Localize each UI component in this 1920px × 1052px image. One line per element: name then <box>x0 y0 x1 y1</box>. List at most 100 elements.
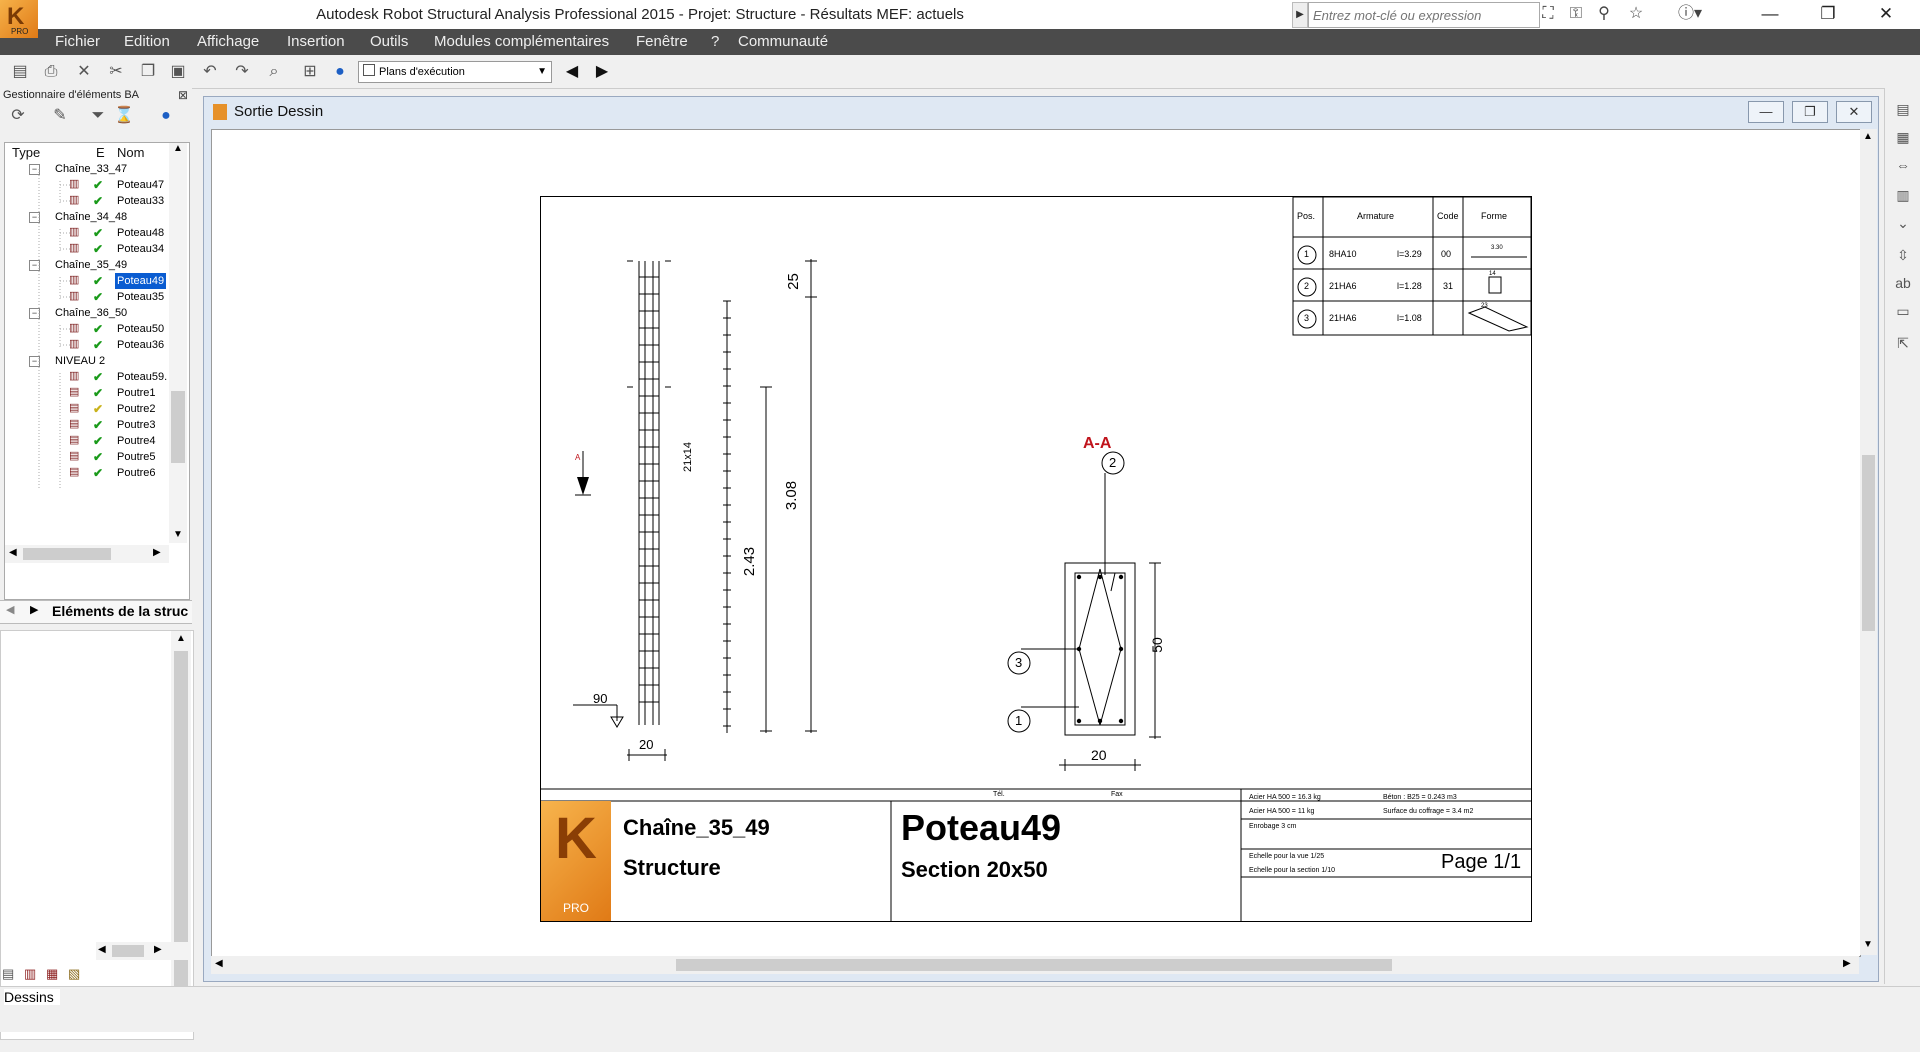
rebar-icon[interactable]: ▦ <box>46 966 58 982</box>
scroll-down-icon[interactable]: ▼ <box>173 529 183 540</box>
minimize-button[interactable]: — <box>1742 0 1798 29</box>
menu-help[interactable]: ? <box>711 33 719 50</box>
title-block-steel2: Acier HA 500 = 11 kg <box>1249 808 1315 815</box>
scroll-up-icon[interactable]: ▲ <box>173 143 183 154</box>
page-setup-icon[interactable]: ▤ <box>1891 98 1915 120</box>
delete-icon[interactable]: ✕ <box>72 60 96 84</box>
tab-structure-elements[interactable]: Eléments de la struc <box>52 603 188 619</box>
scroll-right-icon[interactable]: ▶ <box>154 944 162 955</box>
scroll-left-icon[interactable]: ◀ <box>98 944 106 955</box>
restore-button[interactable]: ❐ <box>1800 0 1856 29</box>
tree-view-icon[interactable]: ▤ <box>2 966 14 982</box>
previous-arrow-icon[interactable]: ◀ <box>560 60 584 84</box>
menu-edition[interactable]: Edition <box>124 33 170 50</box>
scroll-thumb[interactable] <box>171 391 185 463</box>
help-icon[interactable]: ⓘ▾ <box>1670 3 1710 25</box>
title-block-concrete: Béton : B25 = 0.243 m3 <box>1383 794 1457 801</box>
title-block-tel: Tél. <box>993 791 1005 798</box>
menu-fichier[interactable]: Fichier <box>55 33 100 50</box>
search-expand-icon[interactable]: ▶ <box>1292 2 1308 28</box>
app-logo[interactable]: K PRO <box>0 0 38 38</box>
doc-restore-button[interactable]: ❐ <box>1792 101 1828 123</box>
drawing-canvas[interactable]: A 90 20 21x14 2.43 3.08 25 A-A 2 3 1 50 … <box>211 129 1861 957</box>
scroll-right-icon[interactable]: ▶ <box>153 547 161 558</box>
doc-minimize-button[interactable]: — <box>1748 101 1784 123</box>
scroll-thumb[interactable] <box>23 548 111 560</box>
status-bar: Dessins <box>0 986 1920 1032</box>
key-icon[interactable]: ⚿ <box>1564 3 1588 25</box>
dimension-icon[interactable]: ⇳ <box>1891 244 1915 266</box>
print-icon[interactable]: ⎙ <box>39 60 63 84</box>
print-preview-icon[interactable]: ▤ <box>8 60 32 84</box>
scale-icon[interactable]: ⇔ <box>1891 154 1915 176</box>
table-icon[interactable]: ▥ <box>1891 184 1915 206</box>
scroll-down-icon[interactable]: ▼ <box>1863 939 1873 950</box>
tab-next-icon[interactable]: ▶ <box>30 603 38 616</box>
export-icon[interactable]: ⇱ <box>1891 332 1915 354</box>
scroll-right-icon[interactable]: ▶ <box>1843 958 1851 969</box>
stack-icon[interactable]: ▧ <box>68 966 80 982</box>
satellite-icon[interactable]: ⚲ <box>1592 3 1616 25</box>
scroll-thumb[interactable] <box>112 945 144 957</box>
undo-icon[interactable]: ↶ <box>198 60 222 84</box>
scroll-up-icon[interactable]: ▲ <box>1863 131 1873 142</box>
lower-horizontal-scrollbar[interactable]: ◀ ▶ <box>96 942 188 960</box>
search-input[interactable] <box>1308 2 1540 28</box>
drawing-horizontal-scrollbar[interactable]: ◀ ▶ <box>211 956 1859 974</box>
redo-icon[interactable]: ↷ <box>230 60 254 84</box>
tree-vertical-scrollbar[interactable]: ▲ ▼ <box>169 143 187 543</box>
title-block-logo: K PRO <box>541 801 611 921</box>
panel-close-icon[interactable]: ⊠ <box>178 88 188 102</box>
help-circle-icon[interactable]: ● <box>328 60 352 84</box>
grid-icon[interactable]: ⊞ <box>298 60 322 84</box>
clear-filter-icon[interactable]: ⌛ <box>112 104 136 128</box>
schedule-header-pos: Pos. <box>1297 211 1316 221</box>
menu-outils[interactable]: Outils <box>370 33 408 50</box>
scroll-thumb[interactable] <box>1862 455 1875 631</box>
menu-modules[interactable]: Modules complémentaires <box>434 33 609 50</box>
schedule-shape-label: 3.30 <box>1491 245 1503 251</box>
favorites-star-icon[interactable]: ☆ <box>1624 3 1648 25</box>
doc-close-button[interactable]: ✕ <box>1836 101 1872 123</box>
menu-insertion[interactable]: Insertion <box>287 33 345 50</box>
drawing-vertical-scrollbar[interactable]: ▲ ▼ <box>1860 129 1877 955</box>
menu-fenetre[interactable]: Fenêtre <box>636 33 688 50</box>
layout-icon[interactable]: ▦ <box>1891 126 1915 148</box>
next-arrow-icon[interactable]: ▶ <box>590 60 614 84</box>
copy-icon[interactable]: ❐ <box>136 60 160 84</box>
scroll-thumb[interactable] <box>676 959 1392 971</box>
title-block-element: Poteau49 <box>901 807 1062 848</box>
edit-icon[interactable]: ✎ <box>48 104 72 128</box>
stirrup-spacing-label: 21x14 <box>681 442 694 472</box>
text-box-icon[interactable]: ▭ <box>1891 300 1915 322</box>
binoculars-icon[interactable]: ⛶ <box>1536 3 1560 25</box>
scroll-left-icon[interactable]: ◀ <box>215 958 223 969</box>
cut-icon[interactable]: ✂ <box>104 60 128 84</box>
collapse-down-icon[interactable]: ⌄ <box>1891 212 1915 234</box>
paste-icon[interactable]: ▣ <box>166 60 190 84</box>
scroll-thumb[interactable] <box>174 651 188 991</box>
bottom-tool-tabs: ▤ ▥ ▦ ▧ <box>0 964 192 984</box>
menu-communaute[interactable]: Communauté <box>738 33 828 50</box>
refresh-icon[interactable]: ⟳ <box>6 104 30 128</box>
window-title: Autodesk Robot Structural Analysis Profe… <box>316 6 964 23</box>
text-ab-icon[interactable]: ab <box>1891 272 1915 294</box>
menu-affichage[interactable]: Affichage <box>197 33 259 50</box>
hook-dimension: 90 <box>593 691 608 706</box>
tab-prev-icon[interactable]: ◀ <box>6 603 14 616</box>
filter-icon[interactable]: ⏷ <box>86 104 110 128</box>
zoom-icon[interactable]: ⌕ <box>262 60 286 84</box>
title-block-fax: Fax <box>1111 791 1123 798</box>
title-block-section: Section 20x50 <box>901 857 1048 882</box>
close-button[interactable]: ✕ <box>1858 0 1914 29</box>
drawing-icon[interactable]: ▥ <box>24 966 36 982</box>
tree-horizontal-scrollbar[interactable]: ◀ ▶ <box>5 545 169 563</box>
scroll-up-icon[interactable]: ▲ <box>176 633 186 644</box>
element-manager-panel: Gestionnaire d'éléments BA ⊠ ⟳ ✎ ⏷ ⌛ ● T… <box>0 88 194 1040</box>
column-nom: Nom <box>117 145 145 160</box>
view-select[interactable]: Plans d'exécution ▼ <box>358 61 552 83</box>
scroll-left-icon[interactable]: ◀ <box>9 547 17 558</box>
help-icon[interactable]: ● <box>154 104 178 128</box>
title-block-logo-text: PRO <box>563 901 590 915</box>
schedule-bar: 21HA6 <box>1329 281 1357 291</box>
